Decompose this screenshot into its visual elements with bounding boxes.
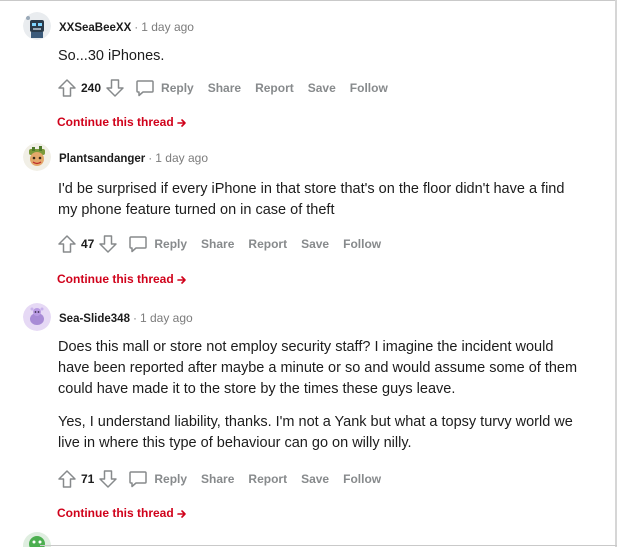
right-arrow-icon — [176, 274, 187, 284]
comment-text: So...30 iPhones. — [58, 48, 165, 64]
separator: · — [148, 151, 153, 165]
save-button[interactable]: Save — [301, 472, 329, 486]
right-arrow-icon — [176, 117, 187, 127]
vote-score: 47 — [81, 237, 95, 251]
reply-button[interactable]: Reply — [128, 469, 187, 489]
follow-button[interactable]: Follow — [343, 237, 381, 251]
report-button[interactable]: Report — [248, 237, 287, 251]
username[interactable]: Plantsandanger — [59, 153, 145, 165]
follow-button[interactable]: Follow — [343, 472, 381, 486]
downvote-arrow-icon[interactable] — [98, 469, 118, 489]
vote-score: 71 — [81, 472, 95, 486]
comment-body: I'd be surprised if every iPhone in that… — [58, 179, 578, 221]
comment-meta: Sea-Slide348 · 1 day ago — [59, 311, 193, 325]
reply-label: Reply — [154, 237, 188, 251]
save-button[interactable]: Save — [308, 81, 336, 95]
separator: · — [132, 311, 137, 325]
continue-thread-link[interactable]: Continue this thread — [57, 506, 187, 520]
follow-button[interactable]: Follow — [350, 81, 388, 95]
username[interactable]: Sea-Slide348 — [59, 313, 130, 325]
comment-actions: 240 Reply Share Report Save Follow — [57, 76, 388, 100]
comment-text: Yes, I understand liability, thanks. I'm… — [58, 414, 573, 451]
report-button[interactable]: Report — [255, 81, 294, 95]
comment-body: Does this mall or store not employ secur… — [58, 337, 578, 454]
upvote-arrow-icon[interactable] — [57, 469, 77, 489]
upvote-arrow-icon[interactable] — [57, 78, 77, 98]
timestamp[interactable]: 1 day ago — [140, 311, 193, 325]
share-button[interactable]: Share — [201, 237, 234, 251]
share-button[interactable]: Share — [201, 472, 234, 486]
timestamp[interactable]: 1 day ago — [141, 20, 194, 34]
comment-actions: 47 Reply Share Report Save Follow — [57, 232, 381, 256]
vote-score: 240 — [81, 81, 102, 95]
continue-thread-label: Continue this thread — [57, 115, 174, 129]
comment-actions: 71 Reply Share Report Save Follow — [57, 467, 381, 491]
username[interactable]: XXSeaBeeXX — [59, 22, 131, 34]
top-border — [0, 0, 617, 1]
continue-thread-label: Continue this thread — [57, 272, 174, 286]
avatar[interactable] — [23, 303, 51, 331]
share-button[interactable]: Share — [208, 81, 241, 95]
comment-meta: XXSeaBeeXX · 1 day ago — [59, 20, 194, 34]
reply-button[interactable]: Reply — [135, 78, 194, 98]
downvote-arrow-icon[interactable] — [98, 234, 118, 254]
divider — [40, 545, 617, 546]
reply-label: Reply — [154, 472, 188, 486]
speech-bubble-icon — [135, 78, 155, 98]
upvote-arrow-icon[interactable] — [57, 234, 77, 254]
continue-thread-link[interactable]: Continue this thread — [57, 272, 187, 286]
avatar[interactable] — [23, 143, 51, 171]
right-arrow-icon — [176, 508, 187, 518]
continue-thread-link[interactable]: Continue this thread — [57, 115, 187, 129]
speech-bubble-icon — [128, 469, 148, 489]
continue-thread-label: Continue this thread — [57, 506, 174, 520]
separator: · — [134, 20, 139, 34]
avatar[interactable] — [23, 12, 51, 40]
downvote-arrow-icon[interactable] — [105, 78, 125, 98]
comment-body: So...30 iPhones. — [58, 46, 578, 67]
save-button[interactable]: Save — [301, 237, 329, 251]
speech-bubble-icon — [128, 234, 148, 254]
report-button[interactable]: Report — [248, 472, 287, 486]
comment-text: Does this mall or store not employ secur… — [58, 339, 578, 397]
comment-meta: Plantsandanger · 1 day ago — [59, 151, 208, 165]
comment-text: I'd be surprised if every iPhone in that… — [58, 181, 565, 218]
timestamp[interactable]: 1 day ago — [155, 151, 208, 165]
reply-label: Reply — [161, 81, 194, 95]
reply-button[interactable]: Reply — [128, 234, 187, 254]
